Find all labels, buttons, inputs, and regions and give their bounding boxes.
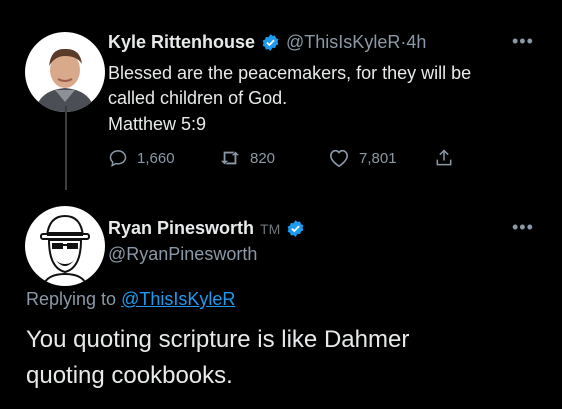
display-name[interactable]: Ryan Pinesworth bbox=[108, 218, 254, 239]
retweet-icon bbox=[219, 148, 250, 168]
avatar-ryan[interactable] bbox=[25, 206, 105, 286]
more-icon[interactable]: ••• bbox=[512, 218, 534, 236]
reply-text-line: You quoting scripture is like Dahmer bbox=[26, 326, 410, 353]
reply-count: 1,660 bbox=[137, 149, 175, 167]
tweet-text-line: called children of God. bbox=[108, 88, 288, 108]
display-name[interactable]: Kyle Rittenhouse bbox=[108, 32, 255, 53]
verified-badge-icon bbox=[261, 33, 280, 52]
thread-line bbox=[65, 106, 67, 190]
heart-icon bbox=[328, 148, 359, 168]
tweet-text-line: Blessed are the peacemakers, for they wi… bbox=[108, 63, 472, 83]
reply-icon bbox=[108, 148, 137, 168]
like-button[interactable]: 7,801 bbox=[328, 148, 397, 168]
tweet-header: Kyle Rittenhouse @ThisIsKyleR · 4h bbox=[108, 32, 426, 53]
reply-button[interactable]: 1,660 bbox=[108, 148, 175, 168]
share-button[interactable] bbox=[434, 148, 463, 168]
replying-to-mention[interactable]: @ThisIsKyleR bbox=[121, 289, 235, 309]
reply-header: Ryan Pinesworth TM bbox=[108, 218, 311, 239]
more-icon[interactable]: ••• bbox=[512, 32, 534, 50]
share-icon bbox=[434, 148, 463, 168]
handle[interactable]: @RyanPinesworth bbox=[108, 244, 257, 265]
like-count: 7,801 bbox=[359, 149, 397, 167]
retweet-count: 820 bbox=[250, 149, 276, 167]
verified-badge-icon bbox=[286, 219, 305, 238]
tweet-text-line: Matthew 5:9 bbox=[108, 114, 207, 134]
trademark-mark: TM bbox=[260, 220, 281, 237]
replying-to: Replying to @ThisIsKyleR bbox=[26, 289, 235, 310]
reply-text-line: quoting cookbooks. bbox=[26, 362, 233, 389]
avatar-kyle[interactable] bbox=[25, 32, 105, 112]
retweet-button[interactable]: 820 bbox=[219, 148, 275, 168]
handle[interactable]: @ThisIsKyleR bbox=[286, 32, 400, 53]
timestamp[interactable]: 4h bbox=[406, 32, 426, 53]
replying-to-label: Replying to bbox=[26, 289, 117, 309]
